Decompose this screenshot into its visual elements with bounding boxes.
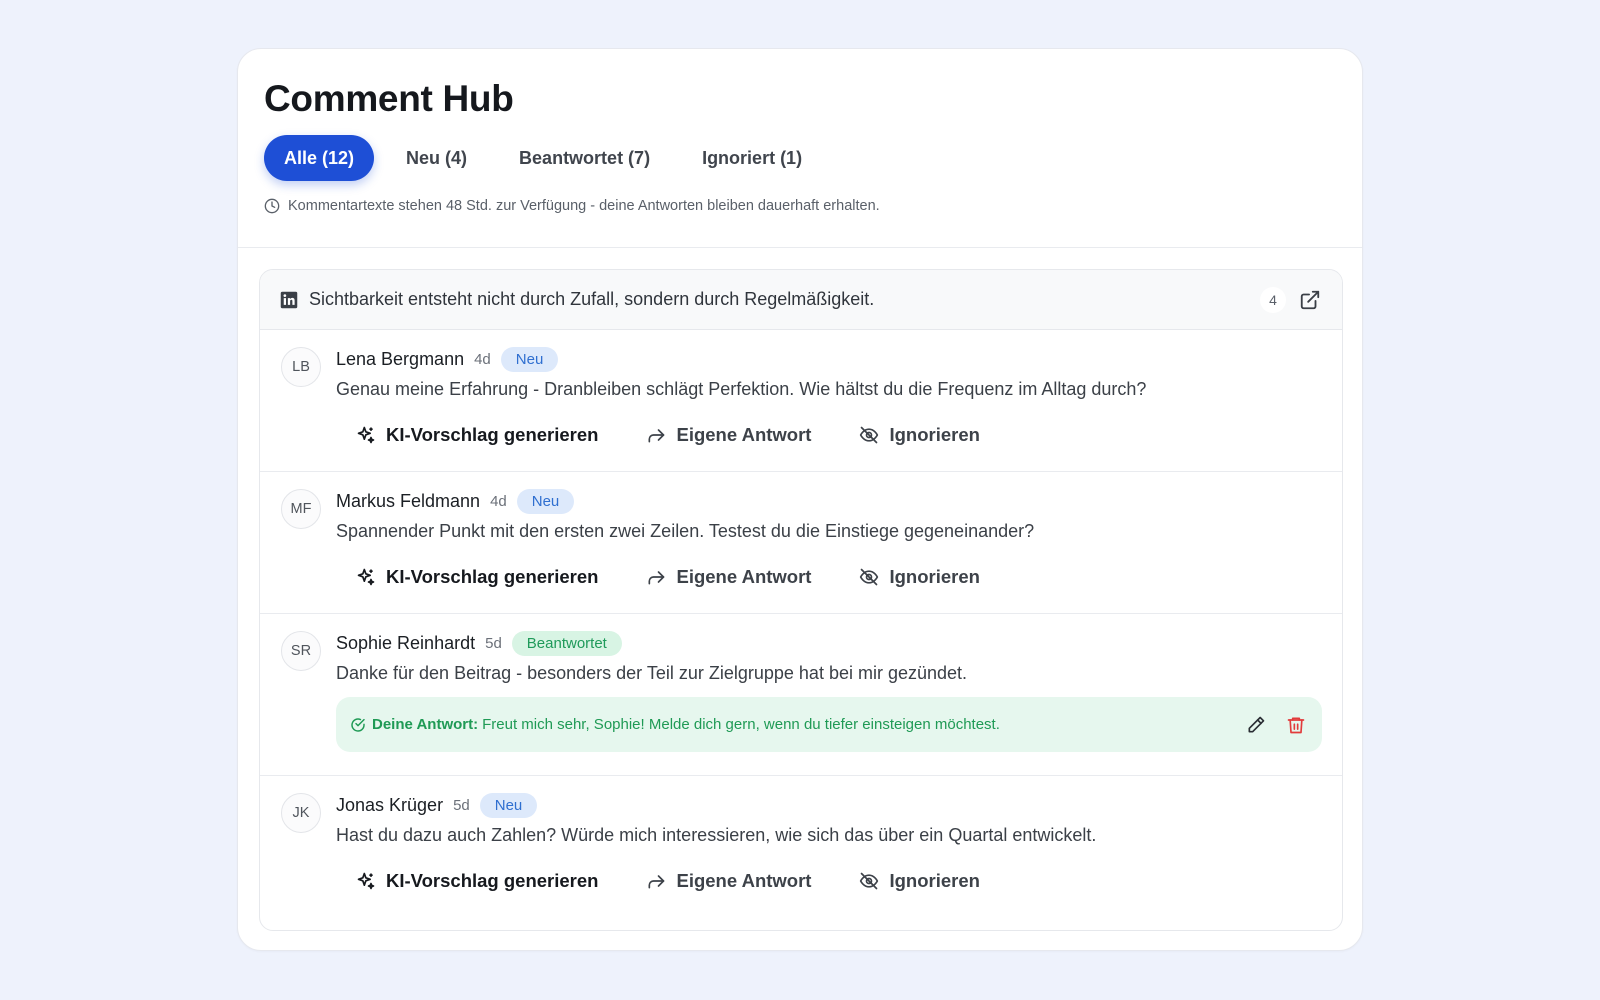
sparkles-icon: [357, 568, 375, 586]
ai-suggestion-label: KI-Vorschlag generieren: [386, 566, 599, 587]
post-title: Sichtbarkeit entsteht nicht durch Zufall…: [309, 289, 875, 309]
ignore-label: Ignorieren: [889, 424, 980, 445]
comment-item: JK Jonas Krüger 5d Neu Hast du dazu auch…: [260, 776, 1342, 918]
comment-text: Spannender Punkt mit den ersten zwei Zei…: [336, 521, 1035, 541]
comment-actions: KI-Vorschlag generieren Eigene Antwort I…: [336, 422, 1322, 448]
comment-text: Hast du dazu auch Zahlen? Würde mich int…: [336, 825, 1097, 845]
comment-text: Genau meine Erfahrung - Dranbleiben schl…: [336, 379, 1147, 399]
retention-info-text: Kommentartexte stehen 48 Std. zur Verfüg…: [288, 198, 880, 214]
forward-arrow-icon: [648, 429, 665, 443]
tab-new[interactable]: Neu (4): [386, 135, 487, 181]
retention-info: Kommentartexte stehen 48 Std. zur Verfüg…: [264, 196, 1336, 216]
external-link-icon: [1300, 290, 1320, 309]
comment-actions: KI-Vorschlag generieren Eigene Antwort I…: [336, 564, 1322, 590]
page-title: Comment Hub: [264, 78, 514, 119]
pencil-icon: [1248, 716, 1265, 732]
forward-arrow-icon: [648, 875, 665, 889]
own-reply-label: Eigene Antwort: [676, 870, 812, 891]
clock-icon: [264, 198, 280, 214]
ignore-label: Ignorieren: [889, 870, 980, 891]
own-reply-label: Eigene Antwort: [676, 566, 812, 587]
comment-meta: Jonas Krüger 5d Neu: [336, 792, 1322, 818]
header: Comment Hub Alle (12) Neu (4) Beantworte…: [238, 49, 1362, 248]
avatar: LB: [281, 347, 321, 387]
eye-off-icon: [860, 568, 879, 586]
ai-suggestion-label: KI-Vorschlag generieren: [386, 424, 599, 445]
sparkles-icon: [357, 872, 375, 890]
forward-arrow-icon: [648, 571, 665, 585]
status-badge: Neu: [516, 488, 575, 514]
tab-answered[interactable]: Beantwortet (7): [499, 135, 670, 181]
comment-author: Markus Feldmann: [336, 490, 481, 511]
comment-item: MF Markus Feldmann 4d Neu Spannender Pun…: [260, 472, 1342, 614]
comment-actions: KI-Vorschlag generieren Eigene Antwort I…: [336, 868, 1322, 894]
comment-age: 4d: [474, 350, 491, 368]
post-card: Sichtbarkeit entsteht nicht durch Zufall…: [259, 269, 1343, 931]
comment-author: Jonas Krüger: [336, 794, 444, 815]
filter-tabs: Alle (12) Neu (4) Beantwortet (7) Ignori…: [264, 135, 1336, 181]
avatar: JK: [281, 793, 321, 833]
ai-suggestion-button[interactable]: KI-Vorschlag generieren: [356, 566, 598, 588]
ignore-button[interactable]: Ignorieren: [859, 566, 980, 588]
comment-age: 5d: [453, 796, 470, 814]
reply-box: Deine Antwort: Freut mich sehr, Sophie! …: [336, 697, 1322, 752]
ignore-button[interactable]: Ignorieren: [859, 424, 980, 446]
comment-author: Lena Bergmann: [336, 348, 465, 369]
comment-text: Danke für den Beitrag - besonders der Te…: [336, 663, 968, 683]
comment-meta: Lena Bergmann 4d Neu: [336, 346, 1322, 372]
open-post-button[interactable]: [1298, 288, 1322, 312]
sparkles-icon: [357, 426, 375, 444]
status-badge: Neu: [479, 792, 538, 818]
eye-off-icon: [860, 426, 879, 444]
delete-reply-button[interactable]: [1284, 713, 1308, 737]
ignore-button[interactable]: Ignorieren: [859, 870, 980, 892]
avatar: SR: [281, 631, 321, 671]
tab-all[interactable]: Alle (12): [264, 135, 375, 181]
ai-suggestion-button[interactable]: KI-Vorschlag generieren: [356, 870, 598, 892]
comment-hub-card: Comment Hub Alle (12) Neu (4) Beantworte…: [237, 48, 1363, 951]
comment-age: 4d: [490, 492, 507, 510]
own-reply-button[interactable]: Eigene Antwort: [646, 566, 811, 588]
reply-text: Freut mich sehr, Sophie! Melde dich gern…: [482, 716, 1000, 733]
tab-ignored[interactable]: Ignoriert (1): [682, 135, 822, 181]
post-comment-count: 4: [1260, 286, 1286, 313]
reply-label: Deine Antwort:: [372, 716, 479, 733]
own-reply-button[interactable]: Eigene Antwort: [646, 424, 811, 446]
comment-meta: Markus Feldmann 4d Neu: [336, 488, 1322, 514]
comment-item: LB Lena Bergmann 4d Neu Genau meine Erfa…: [260, 330, 1342, 472]
status-badge: Neu: [500, 346, 559, 372]
trash-icon: [1287, 717, 1305, 733]
comment-meta: Sophie Reinhardt 5d Beantwortet: [336, 630, 1322, 656]
check-circle-icon: [351, 717, 365, 732]
status-badge: Beantwortet: [511, 630, 622, 656]
linkedin-icon: [280, 291, 298, 308]
ai-suggestion-label: KI-Vorschlag generieren: [386, 870, 599, 891]
post-header: Sichtbarkeit entsteht nicht durch Zufall…: [260, 270, 1342, 330]
avatar: MF: [281, 489, 321, 529]
comment-age: 5d: [485, 634, 502, 652]
edit-reply-button[interactable]: [1244, 713, 1268, 737]
comment-item: SR Sophie Reinhardt 5d Beantwortet Danke…: [260, 614, 1342, 776]
own-reply-label: Eigene Antwort: [676, 424, 812, 445]
ignore-label: Ignorieren: [889, 566, 980, 587]
ai-suggestion-button[interactable]: KI-Vorschlag generieren: [356, 424, 598, 446]
eye-off-icon: [860, 872, 879, 890]
own-reply-button[interactable]: Eigene Antwort: [646, 870, 811, 892]
comment-author: Sophie Reinhardt: [336, 632, 476, 653]
